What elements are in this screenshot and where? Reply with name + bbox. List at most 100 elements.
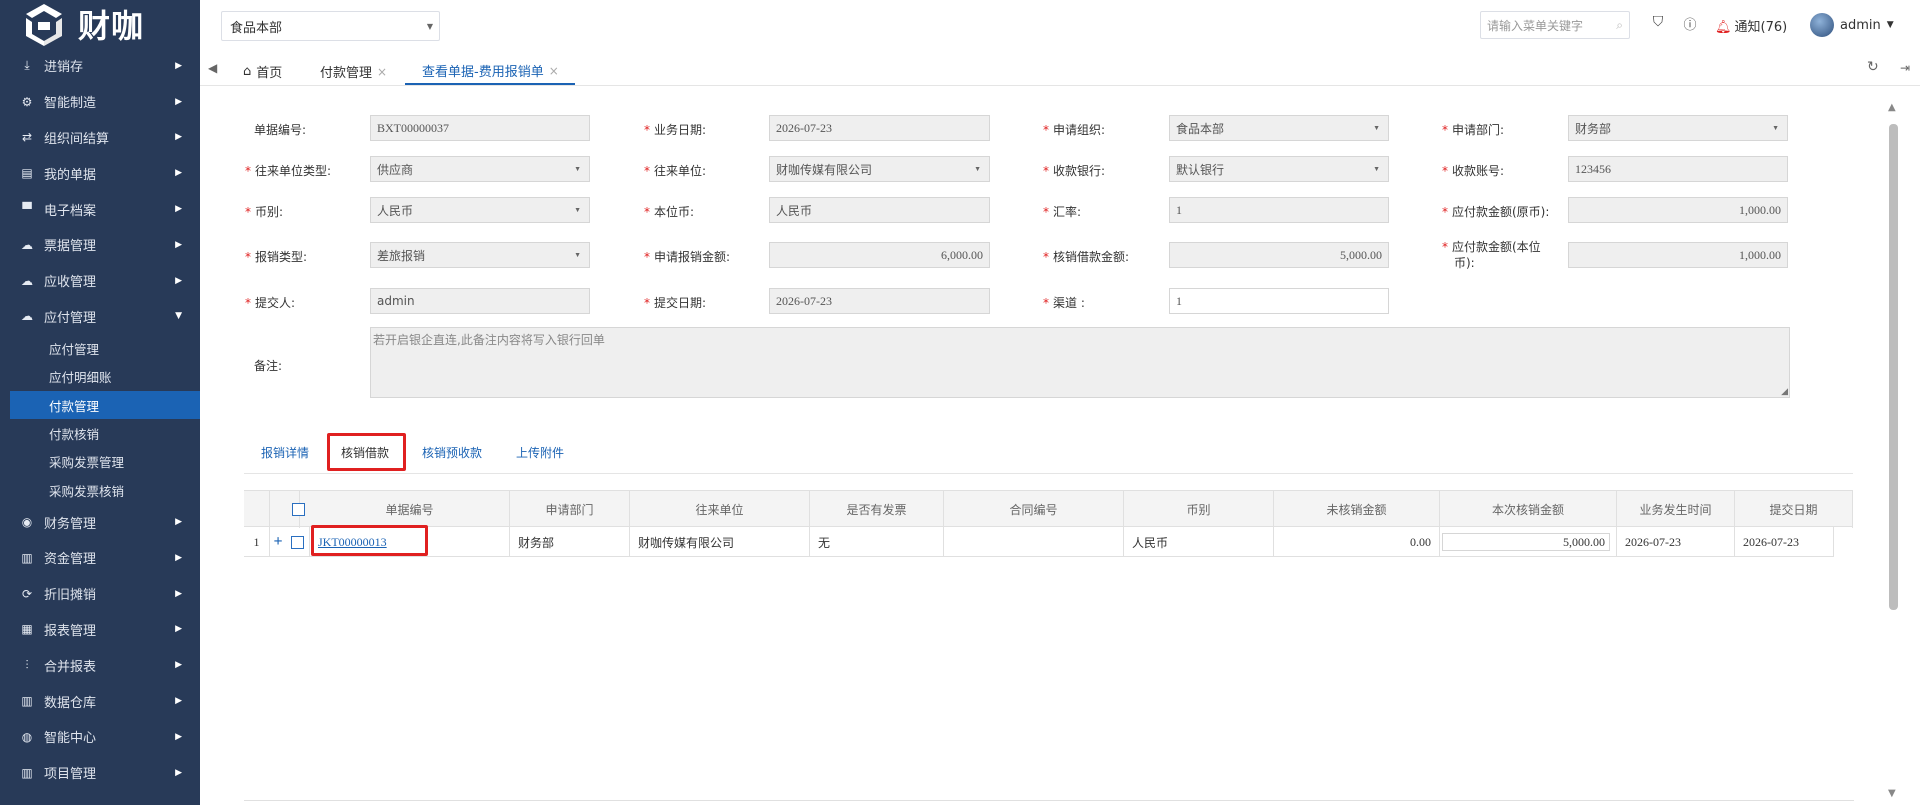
field-value: 2026-07-23 — [776, 120, 832, 135]
tab-home[interactable]: ⌂ 首页 — [243, 58, 282, 85]
scroll-thumb[interactable] — [1889, 124, 1898, 610]
expand-plus-icon[interactable]: + — [270, 527, 286, 557]
col-unverified[interactable]: 未核销金额 — [1274, 491, 1440, 528]
row-select[interactable] — [286, 527, 310, 557]
sidebar-item-payable[interactable]: ☁ 应付管理 ▼ — [0, 299, 200, 335]
apply-amount-field[interactable]: 6,000.00 — [769, 242, 990, 268]
app-logo[interactable]: 财咖 — [0, 0, 200, 48]
sidebar-item-depreciation[interactable]: ⟳ 折旧摊销 ▶ — [0, 576, 200, 612]
field-value: 差旅报销 — [377, 248, 426, 263]
logo-text: 财咖 — [78, 7, 145, 45]
rate-field[interactable]: 1 — [1169, 197, 1389, 223]
select-all-checkbox[interactable] — [291, 503, 305, 516]
sidebar-item-warehouse[interactable]: ▥ 数据仓库 ▶ — [0, 683, 200, 719]
submit-date-label: * 提交日期: — [644, 296, 707, 310]
close-icon[interactable]: × — [377, 65, 387, 79]
apply-org-select[interactable]: 食品本部 ▼ — [1169, 115, 1389, 141]
sidebar-subitem-payment-verify[interactable]: 付款核销 — [0, 419, 200, 447]
caret-right-icon: ▶ — [175, 660, 182, 671]
sidebar-item-inventory[interactable]: ⤓ 进销存 ▶ — [0, 48, 200, 84]
partner-select[interactable]: 财咖传媒有限公司 ▼ — [769, 156, 990, 182]
sidebar-subitem-invoice-verify[interactable]: 采购发票核销 — [0, 476, 200, 504]
sidebar-subitem-payable-mgmt[interactable]: 应付管理 — [0, 334, 200, 362]
subtab-verify-advance[interactable]: 核销预收款 — [422, 444, 482, 461]
shield-icon[interactable]: ⛉ — [1648, 14, 1668, 34]
tab-scroll-right-icon[interactable]: ⇥ — [1900, 61, 1910, 75]
logo-icon — [26, 4, 62, 46]
help-icon[interactable]: ⓘ — [1680, 14, 1700, 34]
sidebar-item-bills[interactable]: ☁ 票据管理 ▶ — [0, 227, 200, 263]
apply-dept-select[interactable]: 财务部 ▼ — [1568, 115, 1788, 141]
sidebar-subitem-payable-ledger[interactable]: 应付明细账 — [0, 363, 200, 391]
tab-payment-mgmt[interactable]: 付款管理 × — [320, 58, 387, 85]
partner-type-select[interactable]: 供应商 ▼ — [370, 156, 590, 182]
currency-select[interactable]: 人民币 ▼ — [370, 197, 590, 223]
tab-scroll-left-icon[interactable]: ◀ — [208, 61, 217, 75]
bank-select[interactable]: 默认银行 ▼ — [1169, 156, 1389, 182]
highlight-box — [327, 433, 406, 471]
biz-date-label: * 业务日期: — [644, 123, 707, 137]
partner-label: * 往来单位: — [644, 164, 707, 178]
biz-date-field[interactable]: 2026-07-23 — [769, 115, 990, 141]
remark-textarea[interactable]: 若开启银企直连,此备注内容将写入银行回单 ◢ — [370, 327, 1790, 398]
col-select-all[interactable] — [286, 491, 310, 528]
sidebar-item-funds[interactable]: ▥ 资金管理 ▶ — [0, 540, 200, 576]
user-menu[interactable]: admin ▼ — [1810, 13, 1894, 37]
sidebar-item-projects[interactable]: ▥ 项目管理 ▶ — [0, 755, 200, 791]
loop-icon: ⟳ — [21, 586, 33, 601]
caret-down-icon: ▼ — [1886, 20, 1894, 30]
sidebar-subitem-payment-mgmt[interactable]: 付款管理 — [10, 390, 200, 420]
col-partner[interactable]: 往来单位 — [630, 491, 810, 528]
payable-base-label: * 应付款金额(本位 币): — [1442, 240, 1541, 270]
channel-input[interactable]: 1 — [1169, 288, 1389, 314]
submit-date-field[interactable]: 2026-07-23 — [769, 288, 990, 314]
col-currency[interactable]: 币别 — [1124, 491, 1274, 528]
col-invoice[interactable]: 是否有发票 — [810, 491, 944, 528]
subtab-upload-attachment[interactable]: 上传附件 — [516, 444, 564, 461]
account-field[interactable]: 123456 — [1568, 156, 1788, 182]
scrollbar[interactable]: ▲ ▼ — [1886, 102, 1900, 802]
org-select[interactable]: 食品本部 ▼ — [221, 11, 440, 41]
sidebar-item-manufacturing[interactable]: ⚙ 智能制造 ▶ — [0, 84, 200, 120]
grid-header: 单据编号 申请部门 往来单位 是否有发票 合同编号 币别 未核销金额 本次核销金… — [244, 490, 1853, 528]
sidebar-item-my-docs[interactable]: ▤ 我的单据 ▶ — [0, 155, 200, 191]
search-icon[interactable]: ⌕ — [1616, 18, 1623, 33]
partner-type-label: * 往来单位类型: — [245, 164, 332, 178]
refresh-icon[interactable]: ↻ — [1867, 59, 1879, 75]
notification-button[interactable]: 🔔︎ 通知(76) — [1715, 16, 1787, 35]
sidebar-item-reports[interactable]: ▦ 报表管理 ▶ — [0, 612, 200, 648]
loan-amount-field[interactable]: 5,000.00 — [1169, 242, 1389, 268]
doc-no-field[interactable]: BXT00000037 — [370, 115, 590, 141]
col-doc-no[interactable]: 单据编号 — [310, 491, 510, 528]
col-verify[interactable]: 本次核销金额 — [1440, 491, 1617, 528]
col-dept[interactable]: 申请部门 — [510, 491, 630, 528]
row-checkbox[interactable] — [291, 535, 304, 549]
tab-view-expense[interactable]: 查看单据-费用报销单 × — [405, 58, 575, 85]
scroll-up-icon[interactable]: ▲ — [1888, 102, 1896, 113]
sidebar-item-receivable[interactable]: ☁ 应收管理 ▶ — [0, 263, 200, 299]
sidebar-item-archive[interactable]: ▀ 电子档案 ▶ — [0, 191, 200, 227]
sidebar-item-finance[interactable]: ◉ 财务管理 ▶ — [0, 504, 200, 540]
sidebar-item-label: 资金管理 — [44, 552, 97, 568]
col-submit-date[interactable]: 提交日期 — [1735, 491, 1853, 528]
payable-base-field[interactable]: 1,000.00 — [1568, 242, 1788, 268]
resize-handle-icon[interactable]: ◢ — [1781, 387, 1788, 397]
menu-search-input[interactable]: 请输入菜单关键字 ⌕ — [1480, 11, 1630, 39]
payable-orig-field[interactable]: 1,000.00 — [1568, 197, 1788, 223]
base-currency-field[interactable]: 人民币 — [769, 197, 990, 223]
field-value: 供应商 — [377, 162, 414, 177]
submitter-field[interactable]: admin — [370, 288, 590, 314]
sidebar-subitem-purchase-invoice[interactable]: 采购发票管理 — [0, 448, 200, 476]
verify-amount-input[interactable]: 5,000.00 — [1442, 533, 1610, 551]
sidebar-item-settlement[interactable]: ⇄ 组织间结算 ▶ — [0, 120, 200, 156]
subtab-expense-detail[interactable]: 报销详情 — [261, 444, 309, 461]
col-contract[interactable]: 合同编号 — [944, 491, 1124, 528]
close-icon[interactable]: × — [549, 64, 559, 78]
sidebar-item-intelligence[interactable]: ◍ 智能中心 ▶ — [0, 719, 200, 755]
scroll-down-icon[interactable]: ▼ — [1888, 788, 1896, 799]
col-biz-time[interactable]: 业务发生时间 — [1617, 491, 1735, 528]
caret-down-icon: ▼ — [1772, 124, 1779, 132]
sidebar-item-consolidated[interactable]: ⫶ 合并报表 ▶ — [0, 647, 200, 683]
table-row[interactable]: 1 + JKT00000013 财务部 财咖传媒有限公司 无 人民币 0.00 … — [244, 527, 1834, 557]
expense-type-select[interactable]: 差旅报销 ▼ — [370, 242, 590, 268]
